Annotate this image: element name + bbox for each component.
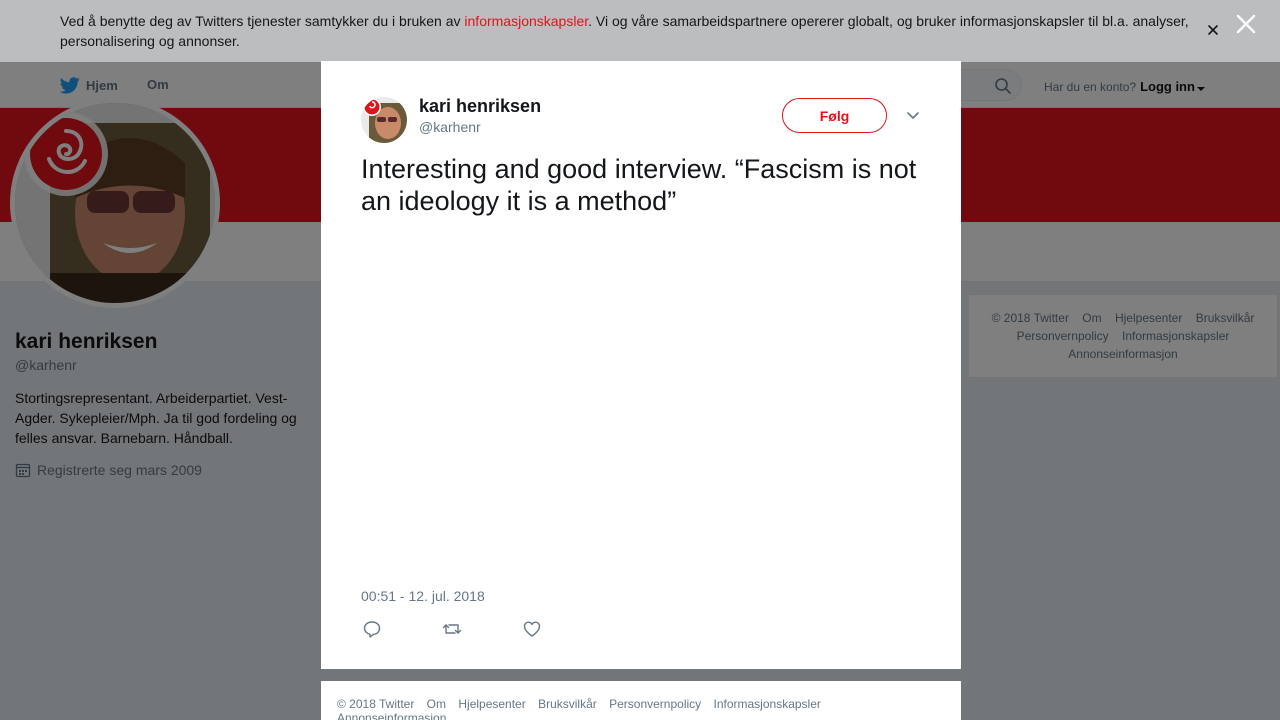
modal-footer-link-privacy[interactable]: Personvernpolicy	[609, 697, 701, 711]
modal-footer-link-terms[interactable]: Bruksvilkår	[538, 697, 597, 711]
tweet-text: Interesting and good interview. “Fascism…	[361, 154, 917, 216]
cookie-text-before: Ved å benytte deg av Twitters tjenester …	[60, 13, 465, 29]
tweet-author-avatar[interactable]	[361, 97, 407, 143]
close-modal-icon[interactable]	[1235, 13, 1257, 35]
chevron-down-icon[interactable]	[905, 107, 921, 123]
modal-footer-link-about[interactable]: Om	[427, 697, 446, 711]
retweet-icon[interactable]	[442, 619, 462, 639]
tweet-timestamp[interactable]: 00:51 - 12. jul. 2018	[361, 588, 485, 604]
cookie-consent-bar: Ved å benytte deg av Twitters tjenester …	[0, 0, 1280, 62]
modal-footer-copyright: © 2018 Twitter	[337, 697, 415, 711]
modal-footer: © 2018 Twitter Om Hjelpesenter Bruksvilk…	[321, 681, 961, 720]
tweet-author-photo	[361, 97, 407, 143]
heart-icon[interactable]	[522, 619, 542, 639]
reply-icon[interactable]	[362, 619, 382, 639]
tweet-modal: kari henriksen @karhenr Følg Interesting…	[321, 61, 961, 669]
modal-footer-link-help[interactable]: Hjelpesenter	[458, 697, 525, 711]
tweet-author-handle[interactable]: @karhenr	[419, 119, 481, 135]
modal-footer-link-ads-info[interactable]: Annonseinformasjon	[337, 711, 446, 720]
cookie-close-icon[interactable]	[1205, 22, 1221, 38]
modal-footer-link-cookies[interactable]: Informasjonskapsler	[714, 697, 821, 711]
follow-button[interactable]: Følg	[782, 98, 887, 133]
tweet-author-name[interactable]: kari henriksen	[419, 96, 541, 117]
cookie-policy-link[interactable]: informasjonskapsler	[464, 13, 588, 29]
